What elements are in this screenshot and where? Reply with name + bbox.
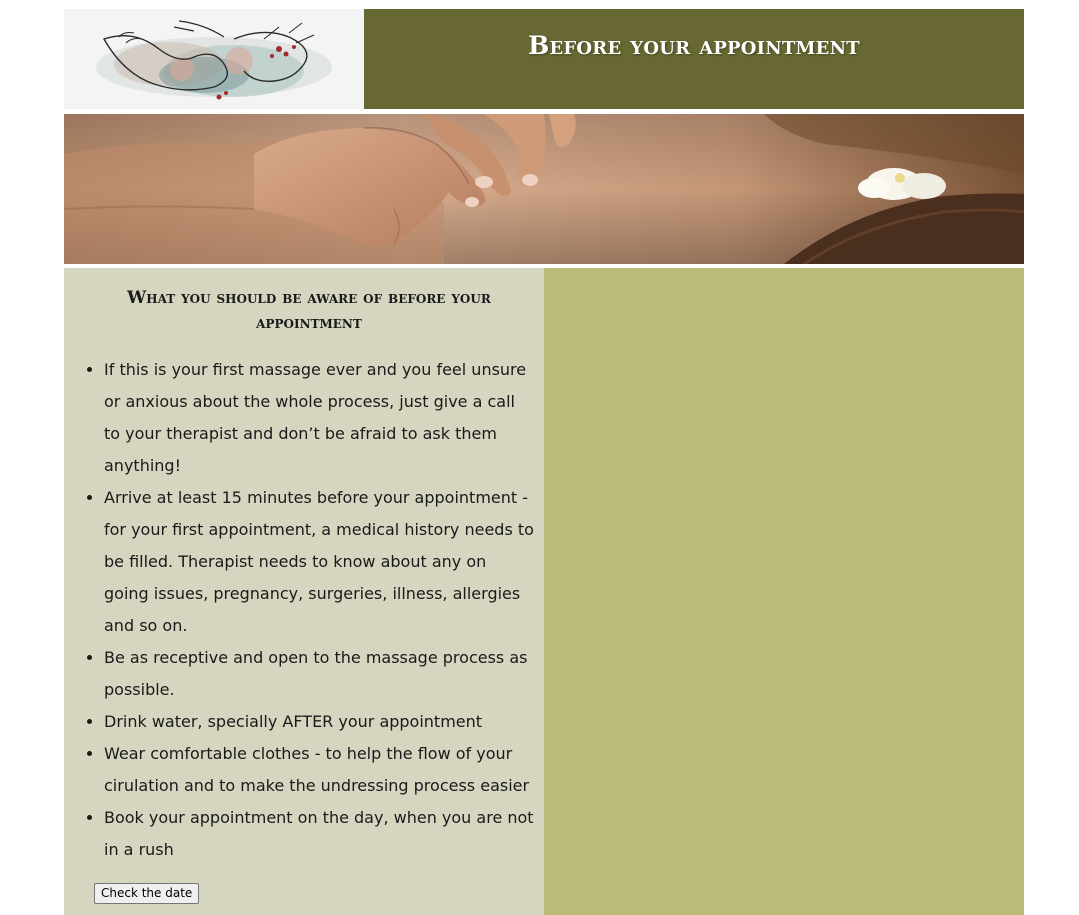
page-title: Before your appointment xyxy=(528,31,860,60)
main-content: What you should be aware of before your … xyxy=(64,268,1024,915)
header: Before your appointment xyxy=(64,9,1024,109)
list-item: Be as receptive and open to the massage … xyxy=(104,642,534,706)
title-bar: Before your appointment xyxy=(364,9,1024,109)
section-heading: What you should be aware of before your … xyxy=(127,288,491,333)
tips-list: If this is your first massage ever and y… xyxy=(64,354,534,866)
list-item: If this is your first massage ever and y… xyxy=(104,354,534,482)
list-item: Drink water, specially AFTER your appoin… xyxy=(104,706,534,738)
list-item: Wear comfortable clothes - to help the f… xyxy=(104,738,534,802)
check-date-button[interactable]: Check the date xyxy=(94,883,200,904)
hero-banner xyxy=(64,114,1024,264)
logo xyxy=(64,9,364,109)
info-panel: What you should be aware of before your … xyxy=(64,268,544,915)
list-item: Arrive at least 15 minutes before your a… xyxy=(104,482,534,642)
side-panel xyxy=(544,268,1024,915)
page: Before your appointment What you should … xyxy=(64,9,1024,915)
list-item: Book your appointment on the day, when y… xyxy=(104,802,534,866)
massage-hands-logo-icon xyxy=(96,20,332,100)
massage-photo-image xyxy=(64,114,1024,264)
